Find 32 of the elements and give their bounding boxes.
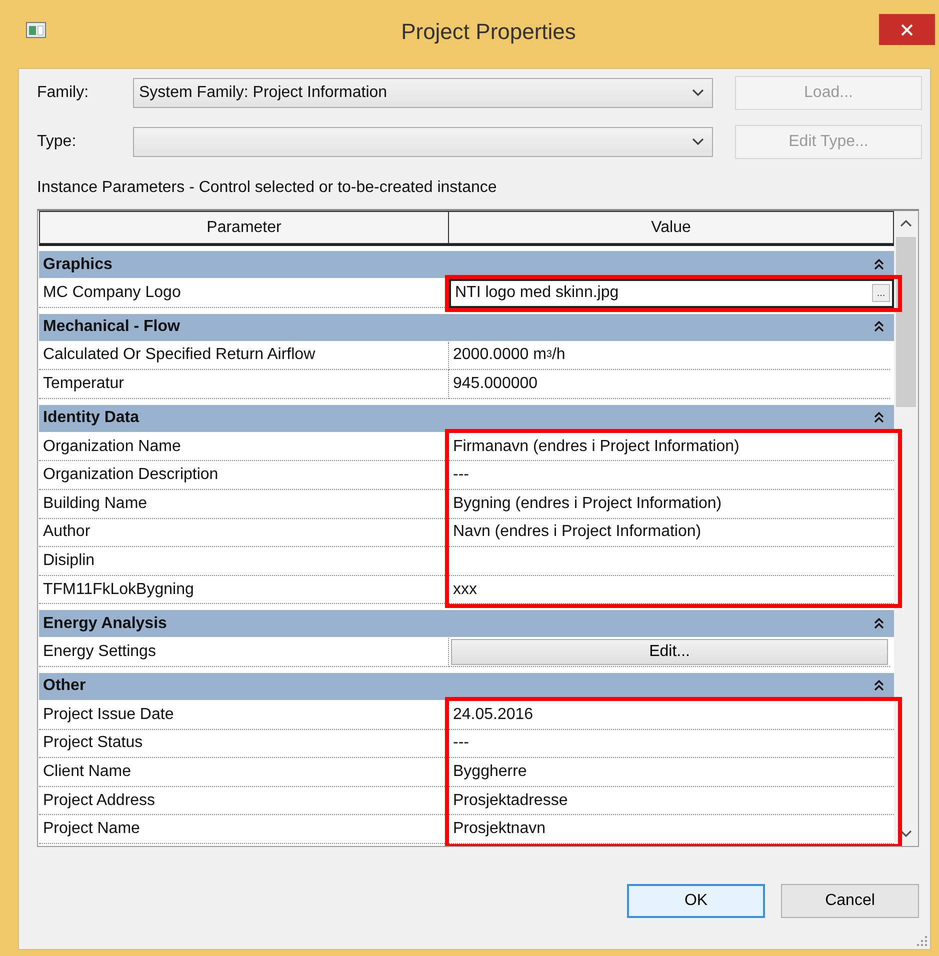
parameter-name: Client Name (39, 758, 449, 787)
parameter-name: Project Name (39, 815, 449, 844)
parameter-name: Disiplin (39, 547, 449, 576)
section-header[interactable]: Energy Analysis (39, 610, 894, 638)
parameter-name: Temperatur (39, 370, 449, 399)
parameter-name: Organization Name (39, 432, 449, 462)
cancel-button[interactable]: Cancel (781, 884, 919, 918)
parameter-name: Building Name (39, 490, 449, 519)
value-field[interactable]: NTI logo med skinn.jpg ... (449, 279, 894, 308)
column-header[interactable]: Parameter (39, 211, 449, 244)
parameter-name: Author (39, 518, 449, 548)
family-label: Family: (37, 84, 90, 102)
type-label: Type: (37, 133, 78, 151)
family-dropdown[interactable]: System Family: Project Information (133, 78, 713, 108)
parameter-name: Project Address (39, 786, 449, 816)
parameter-name: TFM11FkLokBygning (39, 576, 449, 604)
edit-button[interactable]: Edit... (451, 639, 888, 665)
parameter-name: Calculated Or Specified Return Airflow (39, 342, 449, 370)
section-header[interactable]: Mechanical - Flow (39, 314, 894, 342)
parameter-name: Project Issue Date (39, 700, 449, 730)
browse-button[interactable]: ... (872, 284, 890, 302)
parameter-name: Project Status (39, 730, 449, 758)
parameter-value[interactable]: 945.000000 (449, 370, 890, 399)
column-header[interactable]: Value (449, 211, 894, 244)
instance-caption: Instance Parameters - Control selected or to-be-created instance (37, 179, 498, 197)
parameter-name: Organization Description (39, 461, 449, 490)
section-header[interactable]: Graphics (39, 251, 894, 279)
section-header[interactable]: Identity Data (39, 404, 894, 433)
section-header[interactable]: Other (39, 672, 894, 701)
window-title: Project Properties (401, 19, 576, 45)
ok-button[interactable]: OK (627, 884, 765, 918)
parameter-name: Energy Settings (39, 638, 449, 667)
